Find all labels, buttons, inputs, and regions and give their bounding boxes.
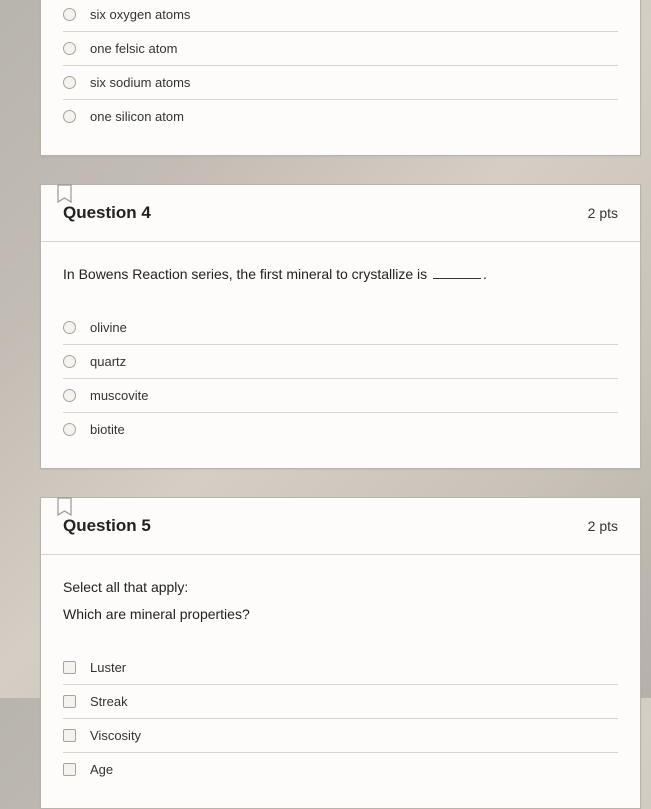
option-row[interactable]: six sodium atoms <box>63 66 618 100</box>
checkbox-icon[interactable] <box>63 695 76 708</box>
question-points: 2 pts <box>588 518 618 534</box>
checkbox-icon[interactable] <box>63 763 76 776</box>
radio-icon[interactable] <box>63 76 76 89</box>
radio-icon[interactable] <box>63 110 76 123</box>
prompt-text: Which are mineral properties? <box>63 604 618 625</box>
radio-icon[interactable] <box>63 355 76 368</box>
bookmark-icon[interactable] <box>56 497 73 517</box>
prompt-text: Select all that apply: <box>63 577 618 598</box>
option-label: olivine <box>90 320 127 335</box>
option-row[interactable]: biotite <box>63 413 618 446</box>
radio-icon[interactable] <box>63 8 76 21</box>
option-row[interactable]: Age <box>63 753 618 786</box>
option-label: Viscosity <box>90 728 141 743</box>
option-label: one silicon atom <box>90 109 184 124</box>
option-label: Age <box>90 762 113 777</box>
option-row[interactable]: Streak <box>63 685 618 719</box>
option-row[interactable]: one felsic atom <box>63 32 618 66</box>
question-4-card: Question 4 2 pts In Bowens Reaction seri… <box>40 184 641 469</box>
question-4-options: olivine quartz muscovite biotite <box>63 311 618 446</box>
option-row[interactable]: muscovite <box>63 379 618 413</box>
question-points: 2 pts <box>588 205 618 221</box>
option-row[interactable]: Luster <box>63 651 618 685</box>
prompt-text: . <box>483 266 487 282</box>
radio-icon[interactable] <box>63 423 76 436</box>
blank-fill <box>433 278 481 279</box>
option-label: biotite <box>90 422 125 437</box>
question-prompt: In Bowens Reaction series, the first min… <box>63 264 618 285</box>
question-3-card: six oxygen atoms one felsic atom six sod… <box>40 0 641 156</box>
question-prompt: Select all that apply: Which are mineral… <box>63 577 618 625</box>
option-label: Streak <box>90 694 128 709</box>
radio-icon[interactable] <box>63 42 76 55</box>
option-row[interactable]: one silicon atom <box>63 100 618 133</box>
bookmark-icon[interactable] <box>56 184 73 204</box>
option-label: six sodium atoms <box>90 75 190 90</box>
question-title: Question 5 <box>63 516 151 536</box>
checkbox-icon[interactable] <box>63 729 76 742</box>
option-label: muscovite <box>90 388 149 403</box>
option-row[interactable]: six oxygen atoms <box>63 0 618 32</box>
option-label: Luster <box>90 660 126 675</box>
question-header: Question 4 2 pts <box>41 185 640 242</box>
question-header: Question 5 2 pts <box>41 498 640 555</box>
option-label: one felsic atom <box>90 41 177 56</box>
option-row[interactable]: olivine <box>63 311 618 345</box>
option-row[interactable]: quartz <box>63 345 618 379</box>
prompt-text: In Bowens Reaction series, the first min… <box>63 266 431 282</box>
question-title: Question 4 <box>63 203 151 223</box>
question-5-card: Question 5 2 pts Select all that apply: … <box>40 497 641 809</box>
checkbox-icon[interactable] <box>63 661 76 674</box>
option-label: quartz <box>90 354 126 369</box>
radio-icon[interactable] <box>63 389 76 402</box>
option-label: six oxygen atoms <box>90 7 190 22</box>
radio-icon[interactable] <box>63 321 76 334</box>
question-5-options: Luster Streak Viscosity Age <box>63 651 618 786</box>
question-3-options: six oxygen atoms one felsic atom six sod… <box>63 0 618 133</box>
option-row[interactable]: Viscosity <box>63 719 618 753</box>
